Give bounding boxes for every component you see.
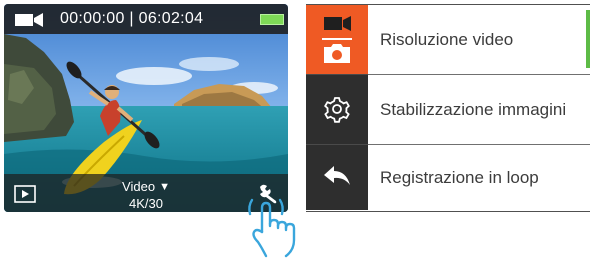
- menu-item-image-stabilization[interactable]: Stabilizzazione immagini: [306, 75, 590, 144]
- chevron-down-icon: ▼: [159, 181, 170, 193]
- menu-icon-cell: [306, 5, 368, 74]
- battery-full-icon: [260, 14, 284, 25]
- menu-item-loop-recording[interactable]: Registrazione in loop: [306, 145, 590, 210]
- menu-item-label: Registrazione in loop: [380, 167, 539, 187]
- menu-item-video-resolution[interactable]: Risoluzione video: [306, 5, 590, 74]
- menu-icon-cell: [306, 75, 368, 144]
- scroll-indicator: [586, 10, 590, 68]
- gear-icon: [324, 97, 350, 123]
- mode-selector[interactable]: Video ▼: [4, 180, 288, 194]
- mode-label: Video: [122, 179, 156, 194]
- recording-timecode: 00:00:00 | 06:02:04: [60, 10, 204, 27]
- menu-item-label: Stabilizzazione immagini: [380, 99, 567, 119]
- settings-menu: Risoluzione video Stabilizzazione immagi…: [306, 4, 590, 212]
- video-camera-icon: [15, 13, 43, 27]
- back-arrow-icon: [324, 166, 350, 185]
- menu-icon-cell: [306, 145, 368, 210]
- camera-screen: 00:00:00 | 06:02:04 Video ▼ 4K/30: [4, 4, 288, 212]
- menu-item-label: Risoluzione video: [380, 29, 514, 49]
- video-photo-icon: [322, 16, 352, 63]
- status-bar: 00:00:00 | 06:02:04: [4, 4, 288, 34]
- tap-hand-icon: [248, 198, 296, 258]
